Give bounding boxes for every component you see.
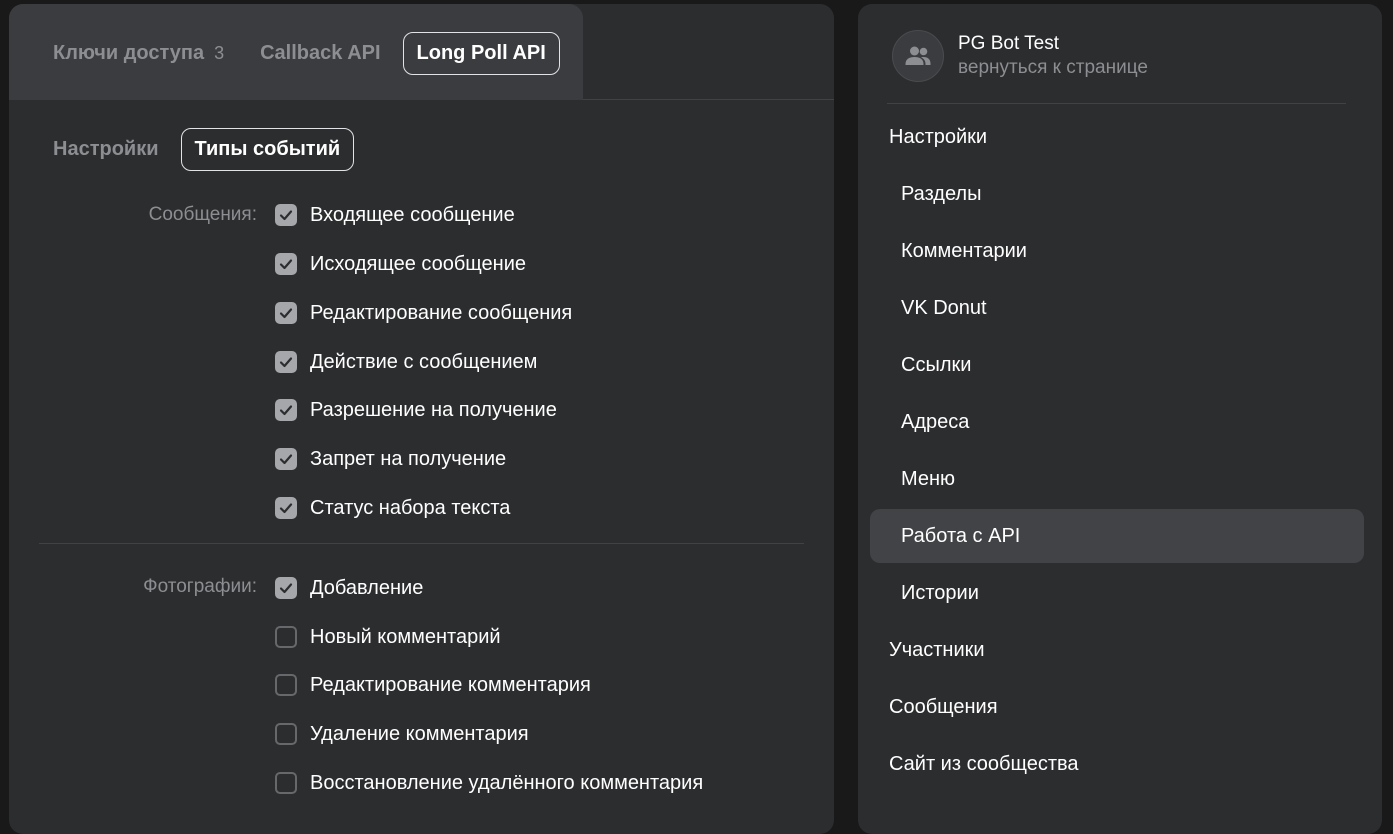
check-icon: [279, 357, 293, 368]
checkbox-row[interactable]: Статус набора текста: [275, 496, 510, 520]
checkbox-label: Восстановление удалённого комментария: [310, 771, 704, 794]
check-icon: [279, 583, 293, 594]
checkbox-label: Статус набора текста: [310, 496, 511, 519]
check-icon: [279, 210, 293, 221]
checkbox-checked[interactable]: [275, 448, 297, 470]
tab-callback-api[interactable]: Callback API: [246, 32, 394, 75]
subtab-settings[interactable]: Настройки: [39, 128, 173, 171]
sidebar-item-addresses[interactable]: Адреса: [870, 395, 1364, 449]
tab-callback-api-label: Callback API: [260, 42, 381, 64]
community-header: PG Bot Test вернуться к странице: [892, 30, 1148, 82]
sidebar-item-comments[interactable]: Комментарии: [870, 224, 1364, 278]
checkbox-label: Редактирование комментария: [310, 673, 591, 696]
community-name: PG Bot Test: [958, 33, 1060, 54]
sidebar-item-stories[interactable]: Истории: [870, 566, 1364, 620]
checkbox-checked[interactable]: [275, 302, 297, 324]
subtabs: Настройки Типы событий: [39, 128, 362, 171]
checkbox-label: Добавление: [310, 576, 424, 599]
checkbox-row[interactable]: Восстановление удалённого комментария: [275, 771, 703, 795]
subtab-event-types[interactable]: Типы событий: [180, 128, 355, 171]
check-icon: [279, 308, 293, 319]
checkbox-row[interactable]: Новый комментарий: [275, 625, 501, 649]
sidebar-divider: [887, 103, 1346, 104]
checkbox-label: Новый комментарий: [310, 625, 501, 648]
sidebar-item-links[interactable]: Ссылки: [870, 338, 1364, 392]
sidebar-item-sections[interactable]: Разделы: [870, 167, 1364, 221]
checkbox-unchecked[interactable]: [275, 772, 297, 794]
tabs-bar: Ключи доступа 3 Callback API Long Poll A…: [9, 4, 834, 100]
group-label-messages: Сообщения:: [148, 204, 257, 225]
checkbox-row[interactable]: Редактирование сообщения: [275, 301, 572, 325]
checkbox-unchecked[interactable]: [275, 674, 297, 696]
checkbox-unchecked[interactable]: [275, 626, 297, 648]
checkbox-row[interactable]: Входящее сообщение: [275, 203, 515, 227]
checkbox-unchecked[interactable]: [275, 723, 297, 745]
checkbox-row[interactable]: Запрет на получение: [275, 447, 506, 471]
tab-long-poll-api[interactable]: Long Poll API: [402, 32, 560, 75]
group-label-photos: Фотографии:: [143, 576, 257, 597]
checkbox-checked[interactable]: [275, 253, 297, 275]
divider: [39, 543, 804, 544]
checkbox-label: Запрет на получение: [310, 447, 507, 470]
checkbox-label: Разрешение на получение: [310, 398, 557, 421]
tabs: Ключи доступа 3 Callback API Long Poll A…: [39, 32, 568, 75]
tab-access-keys-count: 3: [214, 43, 225, 63]
checkbox-checked[interactable]: [275, 399, 297, 421]
checkbox-row[interactable]: Удаление комментария: [275, 722, 529, 746]
sidebar-item-messages[interactable]: Сообщения: [870, 680, 1364, 734]
sidebar-item-community-site[interactable]: Сайт из сообщества: [870, 737, 1364, 791]
check-icon: [279, 259, 293, 270]
check-icon: [279, 503, 293, 514]
users-icon: [905, 46, 931, 65]
checkbox-row[interactable]: Исходящее сообщение: [275, 252, 526, 276]
sidebar-item-members[interactable]: Участники: [870, 623, 1364, 677]
tab-access-keys-label: Ключи доступа: [53, 42, 205, 64]
checkbox-row[interactable]: Разрешение на получение: [275, 398, 557, 422]
checkbox-label: Действие с сообщением: [310, 350, 538, 373]
checkbox-label: Удаление комментария: [310, 722, 529, 745]
back-to-page-link[interactable]: вернуться к странице: [958, 56, 1148, 80]
checkbox-row[interactable]: Редактирование комментария: [275, 673, 591, 697]
checkbox-row[interactable]: Добавление: [275, 576, 423, 600]
checkbox-label: Входящее сообщение: [310, 203, 515, 226]
check-icon: [279, 405, 293, 416]
sidebar-item-settings[interactable]: Настройки: [870, 110, 1364, 164]
check-icon: [279, 454, 293, 465]
checkbox-checked[interactable]: [275, 351, 297, 373]
avatar[interactable]: [892, 30, 944, 82]
sidebar-item-api[interactable]: Работа с API: [870, 509, 1364, 563]
checkbox-row[interactable]: Действие с сообщением: [275, 350, 537, 374]
tab-long-poll-api-label: Long Poll API: [416, 42, 546, 64]
checkbox-label: Исходящее сообщение: [310, 252, 526, 275]
community-info: PG Bot Test вернуться к странице: [958, 32, 1148, 80]
sidebar: PG Bot Test вернуться к странице Настрой…: [858, 4, 1382, 834]
checkbox-checked[interactable]: [275, 497, 297, 519]
checkbox-checked[interactable]: [275, 577, 297, 599]
main-panel: Ключи доступа 3 Callback API Long Poll A…: [9, 4, 834, 834]
sidebar-item-vk-donut[interactable]: VK Donut: [870, 281, 1364, 335]
checkbox-label: Редактирование сообщения: [310, 301, 573, 324]
sidebar-item-menu[interactable]: Меню: [870, 452, 1364, 506]
checkbox-checked[interactable]: [275, 204, 297, 226]
tab-access-keys[interactable]: Ключи доступа 3: [39, 32, 238, 75]
